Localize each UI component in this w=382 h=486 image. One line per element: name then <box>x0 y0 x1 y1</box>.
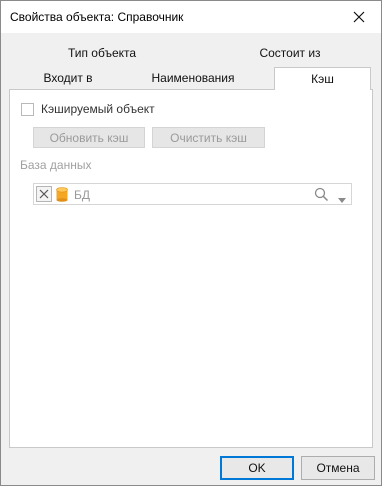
properties-dialog: Свойства объекта: Справочник Тип объекта… <box>0 0 382 486</box>
tab-row-bottom: Входит в Наименования Кэш <box>1 67 381 90</box>
clear-selection-button[interactable] <box>36 186 52 202</box>
refresh-cache-button[interactable]: Обновить кэш <box>33 127 145 148</box>
cache-panel: Кэшируемый объект Обновить кэш Очистить … <box>9 89 373 448</box>
tab-object-type[interactable]: Тип объекта <box>47 42 157 64</box>
close-button[interactable] <box>337 1 381 33</box>
clear-cache-button[interactable]: Очистить кэш <box>152 127 265 148</box>
tab-row-top: Тип объекта Состоит из <box>1 42 381 64</box>
tab-cache[interactable]: Кэш <box>274 67 371 90</box>
close-icon <box>353 11 365 23</box>
tab-consists-of[interactable]: Состоит из <box>235 42 345 64</box>
cached-object-label: Кэшируемый объект <box>41 102 155 116</box>
cancel-button[interactable]: Отмена <box>301 456 375 480</box>
database-icon <box>56 187 68 205</box>
cached-object-checkbox[interactable] <box>21 102 34 116</box>
clear-icon <box>39 189 49 199</box>
cached-object-row[interactable]: Кэшируемый объект <box>21 102 155 116</box>
ok-button[interactable]: OK <box>220 456 294 480</box>
chevron-down-icon[interactable] <box>338 192 346 206</box>
database-value: БД <box>74 188 91 202</box>
database-field[interactable]: БД <box>33 183 352 205</box>
database-section-label: База данных <box>20 158 92 172</box>
window-title: Свойства объекта: Справочник <box>10 10 184 24</box>
tab-belongs-to[interactable]: Входит в <box>15 67 121 89</box>
search-icon[interactable] <box>314 187 329 205</box>
tab-names[interactable]: Наименования <box>137 67 249 89</box>
title-bar: Свойства объекта: Справочник <box>1 1 381 33</box>
